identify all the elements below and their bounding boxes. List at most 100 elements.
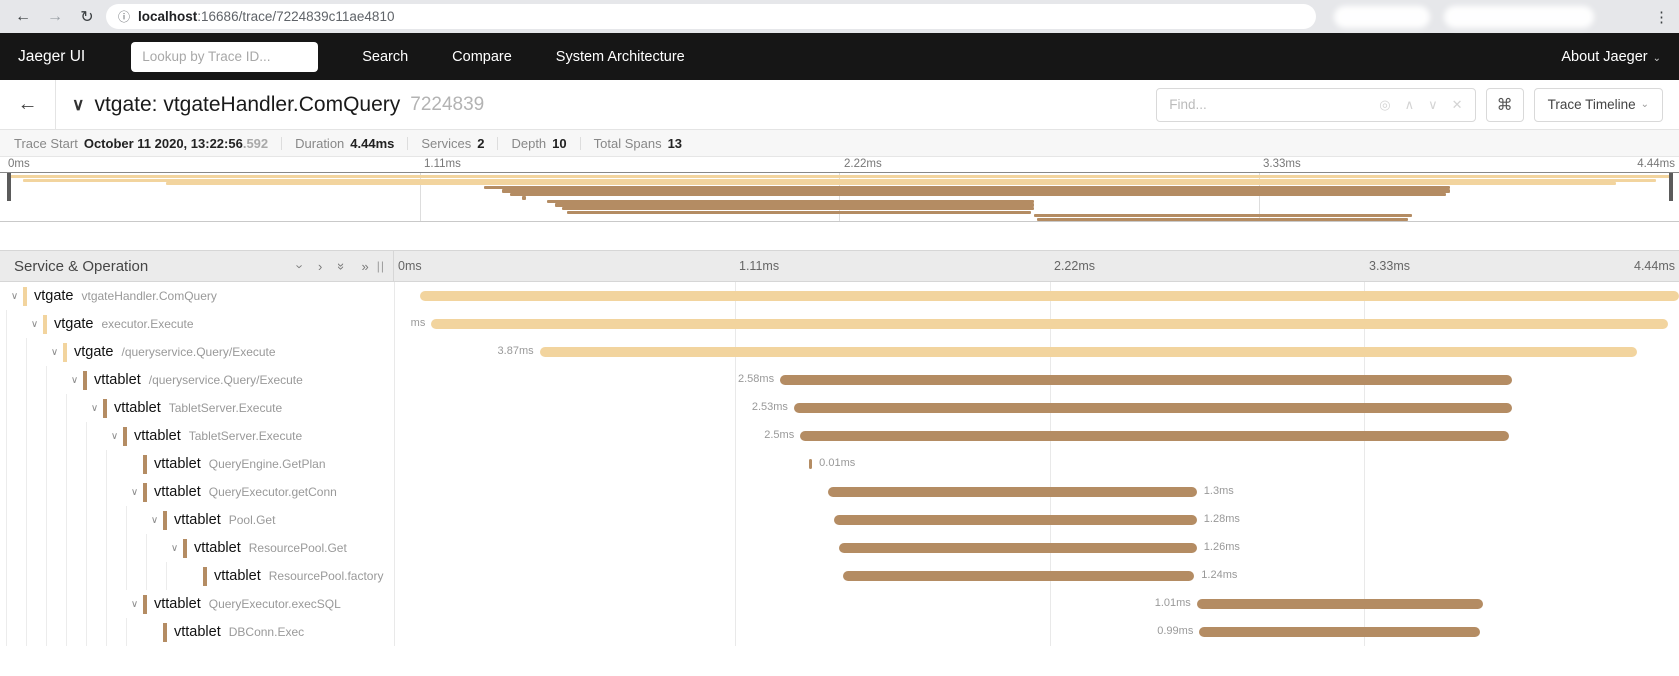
span-tree-cell[interactable]: ∨vttabletQueryExecutor.execSQL [0,590,394,618]
span-tree-cell[interactable]: ∨vtgate/queryservice.Query/Execute [0,338,394,366]
span-duration-bar[interactable] [540,347,1638,357]
find-input[interactable] [1157,97,1367,112]
span-row[interactable]: vttabletQueryEngine.GetPlan0.01ms [0,450,1679,478]
span-duration-bar[interactable] [828,487,1197,497]
browser-back-icon[interactable]: ← [10,4,36,30]
nav-item-system-architecture[interactable]: System Architecture [556,49,685,65]
span-tree-cell[interactable]: ∨vttabletQueryExecutor.getConn [0,478,394,506]
span-duration-bar[interactable] [431,319,1667,329]
span-bar-cell[interactable]: 0.01ms [394,450,1679,478]
keyboard-shortcuts-button[interactable]: ⌘ [1486,88,1524,122]
collapse-chevron-icon[interactable]: ∨ [166,543,183,554]
collapse-chevron-icon[interactable]: ∨ [6,291,23,302]
span-bar-cell[interactable]: 2.58ms [394,366,1679,394]
span-tree-cell[interactable]: ∨vttabletPool.Get [0,506,394,534]
minimap-left-scrubber[interactable] [7,173,11,201]
span-bar-cell[interactable] [394,282,1679,310]
service-name: vttablet [154,596,201,612]
span-row[interactable]: ∨vttabletResourcePool.Get1.26ms [0,534,1679,562]
span-tree-cell[interactable]: ∨vtgatevtgateHandler.ComQuery [0,282,394,310]
trace-minimap[interactable] [0,172,1679,222]
nav-item-search[interactable]: Search [362,49,408,65]
trace-title: vtgate: vtgateHandler.ComQuery [94,93,400,117]
span-tree-cell[interactable]: ∨vttabletResourcePool.Get [0,534,394,562]
span-bar-cell[interactable]: 1.24ms [394,562,1679,590]
span-row[interactable]: ∨vttabletTabletServer.Execute2.5ms [0,422,1679,450]
span-duration-bar[interactable] [800,431,1509,441]
browser-reload-icon[interactable]: ↻ [74,4,100,30]
site-info-icon[interactable]: ⓘ [118,8,130,25]
span-duration-bar[interactable] [843,571,1194,581]
browser-chrome: ← → ↻ ⓘ localhost:16686/trace/7224839c11… [0,0,1679,33]
nav-item-compare[interactable]: Compare [452,49,512,65]
span-duration-bar[interactable] [839,543,1197,553]
column-resizer-grip[interactable]: || [377,259,385,273]
indent-guide [6,590,26,618]
collapse-chevron-icon[interactable]: ∨ [66,375,83,386]
indent-guide [26,534,46,562]
span-bar-cell[interactable]: 1.28ms [394,506,1679,534]
span-bar-cell[interactable]: 1.01ms [394,590,1679,618]
span-row[interactable]: ∨vttabletPool.Get1.28ms [0,506,1679,534]
span-duration-bar[interactable] [834,515,1197,525]
span-tree-cell[interactable]: vttabletDBConn.Exec [0,618,394,646]
collapse-chevron-icon[interactable]: ∨ [26,319,43,330]
span-tree-cell[interactable]: ∨vttabletTabletServer.Execute [0,394,394,422]
span-duration-bar[interactable] [809,459,812,469]
about-jaeger-menu[interactable]: About Jaeger⌄ [1561,49,1661,65]
collapse-chevron-icon[interactable]: ∨ [126,599,143,610]
trace-view-selector[interactable]: Trace Timeline⌄ [1534,88,1663,122]
collapse-chevron-icon[interactable]: ∨ [146,515,163,526]
jaeger-brand[interactable]: Jaeger UI [18,48,85,66]
expand-all-icon[interactable]: » [362,259,369,274]
span-row[interactable]: ∨vttabletQueryExecutor.execSQL1.01ms [0,590,1679,618]
collapse-one-icon[interactable]: › [292,264,307,268]
span-bar-cell[interactable]: 1.3ms [394,478,1679,506]
expand-one-icon[interactable]: › [318,259,322,274]
address-bar[interactable]: ⓘ localhost:16686/trace/7224839c11ae4810 [106,4,1316,29]
span-row[interactable]: vttabletResourcePool.factory1.24ms [0,562,1679,590]
span-duration-label: 1.01ms [1155,597,1191,609]
span-duration-bar[interactable] [794,403,1512,413]
span-bar-cell[interactable]: 2.5ms [394,422,1679,450]
span-bar-cell[interactable]: 1.26ms [394,534,1679,562]
span-row[interactable]: ∨vtgate/queryservice.Query/Execute3.87ms [0,338,1679,366]
span-tree-cell[interactable]: ∨vttablet/queryservice.Query/Execute [0,366,394,394]
span-row[interactable]: ∨vtgatevtgateHandler.ComQuery [0,282,1679,310]
span-bar-cell[interactable]: 2.53ms [394,394,1679,422]
trace-id-lookup-input[interactable] [131,42,318,72]
span-tree-cell[interactable]: ∨vttabletTabletServer.Execute [0,422,394,450]
span-duration-bar[interactable] [1197,599,1483,609]
find-target-icon[interactable]: ◎ [1379,97,1390,113]
span-row[interactable]: ∨vttablet/queryservice.Query/Execute2.58… [0,366,1679,394]
span-bar-cell[interactable]: 0.99ms [394,618,1679,646]
back-button[interactable]: ← [0,80,56,130]
span-duration-bar[interactable] [420,291,1679,301]
find-prev-icon[interactable]: ∧ [1405,97,1415,113]
find-next-icon[interactable]: ∨ [1428,97,1438,113]
span-duration-bar[interactable] [780,375,1511,385]
span-tree-cell[interactable]: vttabletQueryEngine.GetPlan [0,450,394,478]
collapse-chevron-icon[interactable]: ∨ [86,403,103,414]
collapse-chevron-icon[interactable]: ∨ [106,431,123,442]
indent-guide [86,618,106,646]
span-duration-bar[interactable] [1199,627,1480,637]
find-clear-icon[interactable]: ✕ [1452,97,1463,113]
span-row[interactable]: ∨vtgateexecutor.Executems [0,310,1679,338]
browser-menu-icon[interactable]: ⋮ [1654,8,1669,26]
span-bar-cell[interactable]: ms [394,310,1679,338]
collapse-chevron-icon[interactable]: ∨ [126,487,143,498]
collapse-header-icon[interactable]: ∨ [72,95,84,115]
span-row[interactable]: ∨vttabletTabletServer.Execute 2.53ms [0,394,1679,422]
service-color-chip [23,287,27,306]
span-row[interactable]: ∨vttabletQueryExecutor.getConn1.3ms [0,478,1679,506]
span-row[interactable]: vttabletDBConn.Exec0.99ms [0,618,1679,646]
span-bar-cell[interactable]: 3.87ms [394,338,1679,366]
span-tree-cell[interactable]: ∨vtgateexecutor.Execute [0,310,394,338]
span-duration-label: 2.53ms [752,401,788,413]
span-tree-cell[interactable]: vttabletResourcePool.factory [0,562,394,590]
collapse-all-icon[interactable]: » [334,262,349,269]
minimap-right-scrubber[interactable] [1669,173,1673,201]
collapse-chevron-icon[interactable]: ∨ [46,347,63,358]
browser-forward-icon[interactable]: → [42,4,68,30]
